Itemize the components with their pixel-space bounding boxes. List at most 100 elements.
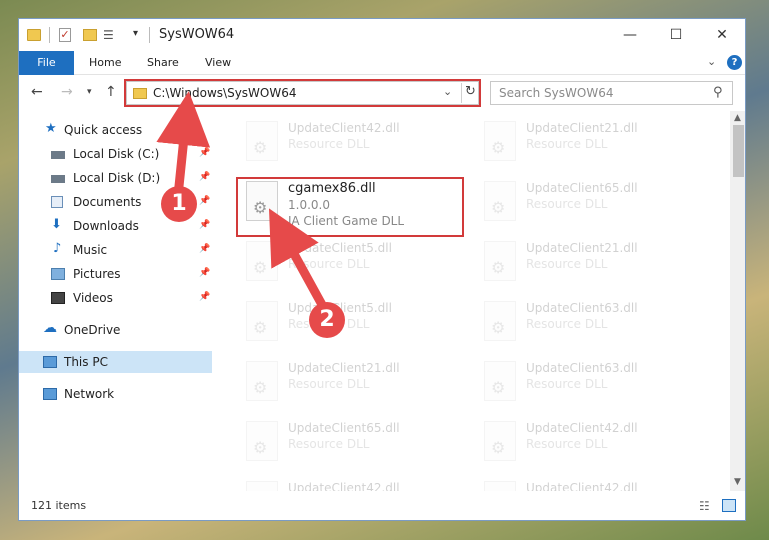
list-item[interactable]: ⚙ UpdateClient42.dll Resource DLL [240, 479, 460, 491]
status-bar: 121 items ☷ [19, 491, 745, 520]
search-icon[interactable]: ⚲ [713, 85, 723, 100]
pin-icon[interactable]: 📌 [199, 292, 210, 302]
music-note-icon: ♪ [53, 241, 62, 256]
navigation-pane: ★ Quick access Local Disk (C:) 📌 Local D… [19, 111, 212, 491]
pin-icon[interactable]: 📌 [199, 268, 210, 278]
documents-icon [51, 196, 63, 208]
list-item[interactable]: ⚙ UpdateClient65.dll Resource DLL [478, 179, 698, 231]
ribbon: File Home Share View ⌄ ? [19, 51, 745, 75]
file-icon: ⚙ [246, 421, 278, 461]
sidebar-item-videos[interactable]: Videos 📌 [19, 287, 212, 309]
list-item[interactable]: ⚙ UpdateClient21.dll Resource DLL [478, 119, 698, 171]
file-name: UpdateClient63.dll [526, 301, 638, 315]
file-icon: ⚙ [246, 301, 278, 341]
file-type: Resource DLL [526, 377, 608, 391]
pin-icon[interactable]: 📌 [199, 172, 210, 182]
close-button[interactable]: ✕ [712, 25, 732, 45]
file-name: UpdateClient21.dll [288, 361, 400, 375]
download-arrow-icon: ⬇ [51, 217, 62, 232]
tab-share[interactable]: Share [147, 51, 179, 75]
file-name: UpdateClient21.dll [526, 241, 638, 255]
file-type: Resource DLL [526, 137, 608, 151]
folder-icon [27, 29, 41, 41]
file-icon: ⚙ [246, 121, 278, 161]
new-folder-icon[interactable] [83, 29, 97, 41]
list-item[interactable]: ⚙ UpdateClient21.dll Resource DLL [240, 359, 460, 411]
forward-arrow-icon[interactable]: → [61, 84, 73, 100]
vertical-scrollbar[interactable]: ▲ ▼ [730, 111, 745, 491]
cloud-icon: ☁ [43, 320, 57, 336]
title-bar: ✓ ☰ ▾ SysWOW64 — ☐ ✕ [19, 19, 745, 51]
list-item[interactable]: ⚙ UpdateClient42.dll Resource DLL [478, 419, 698, 471]
step-1-badge: 1 [161, 186, 197, 222]
file-type: Resource DLL [526, 317, 608, 331]
sidebar-item-label: OneDrive [64, 323, 121, 337]
file-type: Resource DLL [288, 437, 370, 451]
file-icon: ⚙ [246, 241, 278, 281]
file-name: UpdateClient42.dll [526, 481, 638, 491]
sidebar-item-label: Local Disk (C:) [73, 147, 160, 161]
recent-locations-icon[interactable]: ▾ [87, 87, 92, 97]
file-name: UpdateClient21.dll [526, 121, 638, 135]
list-item[interactable]: ⚙ UpdateClient5.dll Resource DLL [240, 299, 460, 351]
file-name: UpdateClient5.dll [288, 241, 392, 255]
back-arrow-icon[interactable]: ← [31, 84, 43, 100]
tab-file[interactable]: File [19, 51, 74, 75]
customize-icon[interactable]: ☰ [103, 28, 114, 44]
list-item[interactable]: ⚙ UpdateClient21.dll Resource DLL [478, 239, 698, 291]
tab-view[interactable]: View [205, 51, 231, 75]
list-item[interactable]: ⚙ UpdateClient5.dll Resource DLL [240, 239, 460, 291]
tab-home[interactable]: Home [89, 51, 121, 75]
sidebar-item-network[interactable]: Network [19, 383, 212, 405]
file-type: Resource DLL [526, 437, 608, 451]
expand-ribbon-icon[interactable]: ⌄ [707, 55, 716, 68]
pin-icon[interactable]: 📌 [199, 196, 210, 206]
list-item[interactable]: ⚙ UpdateClient63.dll Resource DLL [478, 299, 698, 351]
file-name: UpdateClient65.dll [288, 421, 400, 435]
pin-icon[interactable]: 📌 [199, 148, 210, 158]
sidebar-item-pictures[interactable]: Pictures 📌 [19, 263, 212, 285]
list-item[interactable]: ⚙ UpdateClient65.dll Resource DLL [240, 419, 460, 471]
scroll-thumb[interactable] [733, 125, 744, 177]
sidebar-item-label: Videos [73, 291, 113, 305]
file-icon: ⚙ [484, 121, 516, 161]
sidebar-item-label: Pictures [73, 267, 121, 281]
address-row: ← → ▾ ↑ C:\Windows\SysWOW64 ⌄ ↻ Search S… [19, 75, 745, 111]
help-icon[interactable]: ? [727, 55, 742, 70]
star-icon: ★ [45, 121, 57, 136]
sidebar-item-onedrive[interactable]: ☁ OneDrive [19, 319, 212, 341]
pin-icon[interactable]: 📌 [199, 244, 210, 254]
scroll-down-icon[interactable]: ▼ [734, 477, 741, 487]
properties-check-icon[interactable]: ✓ [59, 28, 71, 42]
pin-icon[interactable]: 📌 [199, 220, 210, 230]
window-title: SysWOW64 [159, 27, 235, 42]
divider [149, 27, 150, 43]
tiles-view-icon[interactable] [722, 499, 736, 512]
sidebar-item-music[interactable]: ♪ Music 📌 [19, 239, 212, 261]
sidebar-item-label: Quick access [64, 123, 143, 137]
drive-icon [51, 175, 65, 183]
sidebar-item-this-pc[interactable]: This PC [19, 351, 212, 373]
film-icon [51, 292, 65, 304]
list-item[interactable]: ⚙ UpdateClient42.dll Resource DLL [240, 119, 460, 171]
file-icon: ⚙ [484, 301, 516, 341]
divider [49, 27, 50, 43]
list-item[interactable]: ⚙ UpdateClient42.dll Resource DLL [478, 479, 698, 491]
explorer-window: ✓ ☰ ▾ SysWOW64 — ☐ ✕ File Home Share Vie… [18, 18, 746, 521]
address-highlight-box [124, 79, 481, 107]
up-arrow-icon[interactable]: ↑ [105, 84, 117, 100]
scroll-up-icon[interactable]: ▲ [734, 113, 741, 123]
file-icon: ⚙ [484, 481, 516, 491]
search-placeholder: Search SysWOW64 [499, 86, 614, 100]
chevron-down-icon[interactable]: ▾ [133, 28, 138, 44]
maximize-button[interactable]: ☐ [666, 25, 686, 45]
search-input[interactable]: Search SysWOW64 ⚲ [490, 81, 733, 105]
sidebar-item-local-disk-c[interactable]: Local Disk (C:) 📌 [19, 143, 212, 165]
computer-icon [43, 356, 57, 368]
file-name: UpdateClient65.dll [526, 181, 638, 195]
sidebar-item-quick-access[interactable]: ★ Quick access [19, 119, 212, 141]
minimize-button[interactable]: — [620, 25, 640, 45]
details-view-icon[interactable]: ☷ [699, 499, 710, 513]
list-item[interactable]: ⚙ UpdateClient63.dll Resource DLL [478, 359, 698, 411]
file-icon: ⚙ [484, 361, 516, 401]
